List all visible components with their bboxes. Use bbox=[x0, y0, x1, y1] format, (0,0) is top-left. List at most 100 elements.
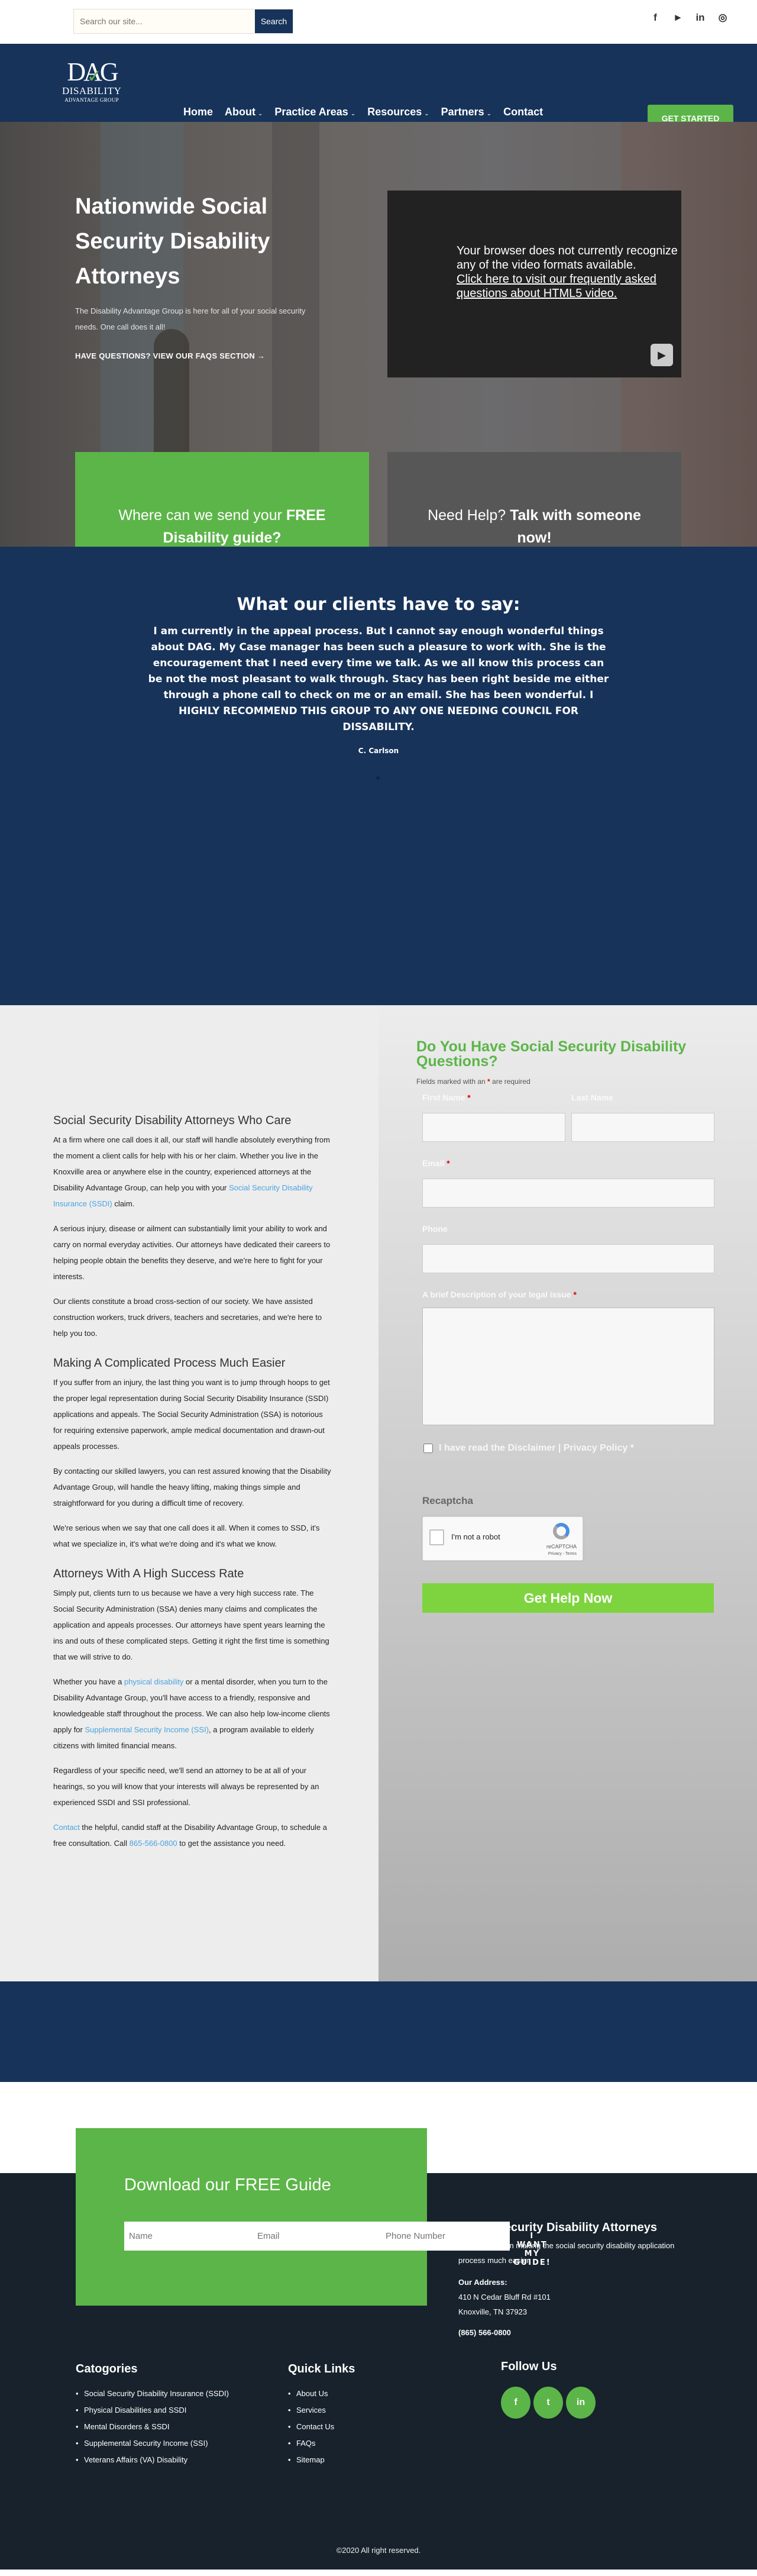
social-links-top: f ► in ◎ bbox=[651, 12, 727, 24]
blue-divider-band bbox=[0, 1981, 757, 2082]
email-field: Email * bbox=[422, 1158, 714, 1208]
nav-practice-areas[interactable]: Practice Areas ⌄ bbox=[274, 106, 355, 118]
footer-categories: Catogories Social Security Disability In… bbox=[76, 2362, 241, 2468]
description-field: A brief Description of your legal issue … bbox=[422, 1290, 714, 1425]
linkedin-icon[interactable]: in bbox=[695, 12, 705, 24]
recaptcha-icon bbox=[553, 1523, 570, 1539]
paragraph: Our clients constitute a broad cross-sec… bbox=[53, 1297, 322, 1338]
site-search: Search bbox=[73, 9, 293, 34]
footer: Download our FREE Guide I WANT MY GUIDE!… bbox=[0, 2128, 757, 2569]
quick-link[interactable]: Contact Us bbox=[288, 2419, 406, 2435]
facebook-icon[interactable]: f bbox=[501, 2387, 530, 2419]
last-name-field: Last Name bbox=[571, 1093, 714, 1142]
first-name-input[interactable] bbox=[422, 1113, 565, 1142]
required-note: Fields marked with an * are required bbox=[416, 1077, 530, 1086]
twitter-icon[interactable]: t bbox=[533, 2387, 563, 2419]
search-input[interactable] bbox=[74, 9, 255, 33]
chevron-down-icon: ⌄ bbox=[258, 111, 263, 117]
quick-link[interactable]: Services bbox=[288, 2402, 406, 2419]
email-input[interactable] bbox=[422, 1179, 714, 1208]
paragraph: Regardless of your specific need, we'll … bbox=[53, 1766, 319, 1807]
paragraph: We're serious when we say that one call … bbox=[53, 1523, 320, 1548]
article-heading-1: Social Security Disability Attorneys Who… bbox=[53, 1114, 292, 1127]
quick-link[interactable]: About Us bbox=[288, 2385, 406, 2402]
video-fallback-message: Your browser does not currently recogniz… bbox=[457, 244, 681, 301]
testimonial-author: C. Carlson bbox=[358, 747, 399, 755]
category-link[interactable]: Supplemental Security Income (SSI) bbox=[76, 2435, 241, 2452]
phone-field: Phone bbox=[422, 1224, 714, 1273]
logo-mark: DAG ✓ bbox=[62, 59, 121, 87]
paragraph: A serious injury, disease or ailment can… bbox=[53, 1224, 331, 1281]
category-link[interactable]: Veterans Affairs (VA) Disability bbox=[76, 2452, 241, 2468]
first-name-field: First Name * bbox=[422, 1093, 565, 1142]
paragraph: By contacting our skilled lawyers, you c… bbox=[53, 1467, 331, 1507]
play-icon[interactable]: ▶ bbox=[651, 344, 673, 366]
nav-menu: Home About ⌄ Practice Areas ⌄ Resources ⌄ P… bbox=[183, 106, 543, 118]
linkedin-icon[interactable]: in bbox=[566, 2387, 596, 2419]
guide-phone-input[interactable] bbox=[381, 2222, 509, 2251]
phone-link[interactable]: 865-566-0800 bbox=[130, 1839, 177, 1848]
contact-form: Do You Have Social Security Disability Q… bbox=[416, 1040, 714, 1613]
quick-link[interactable]: FAQs bbox=[288, 2435, 406, 2452]
hero-title: Nationwide Social Security Disability At… bbox=[75, 194, 270, 289]
physical-disability-link[interactable]: physical disability bbox=[124, 1677, 183, 1686]
contact-link[interactable]: Contact bbox=[53, 1823, 80, 1832]
consent-checkbox-row: I have read the Disclaimer | Privacy Pol… bbox=[423, 1443, 714, 1454]
ssi-link[interactable]: Supplemental Security Income (SSI) bbox=[85, 1725, 209, 1734]
logo[interactable]: DAG ✓ DISABILITY ADVANTAGE GROUP bbox=[62, 59, 121, 104]
nav-resources[interactable]: Resources ⌄ bbox=[367, 106, 429, 118]
article-heading-3: Attorneys With A High Success Rate bbox=[53, 1567, 244, 1580]
paragraph: Whether you have a physical disability o… bbox=[53, 1677, 330, 1750]
guide-email-input[interactable] bbox=[253, 2222, 381, 2251]
recaptcha-label: Recaptcha bbox=[422, 1495, 473, 1506]
testimonial-quote: I am currently in the appeal process. Bu… bbox=[148, 625, 609, 733]
consent-checkbox[interactable] bbox=[423, 1444, 433, 1453]
search-button[interactable]: Search bbox=[255, 9, 293, 33]
recaptcha-links[interactable]: Privacy - Terms bbox=[548, 1552, 577, 1556]
chevron-down-icon: ⌄ bbox=[350, 111, 356, 117]
html5-video-faq-link[interactable]: Click here to visit our frequently asked… bbox=[457, 272, 681, 301]
category-link[interactable]: Physical Disabilities and SSDI bbox=[76, 2402, 241, 2419]
category-link[interactable]: Mental Disorders & SSDI bbox=[76, 2419, 241, 2435]
address-line2: Knoxville, TN 37923 bbox=[458, 2307, 528, 2316]
hero-subtitle: The Disability Advantage Group is here f… bbox=[75, 306, 306, 331]
paragraph: Simply put, clients turn to us because w… bbox=[53, 1589, 329, 1661]
paragraph: At a firm where one call does it all, ou… bbox=[53, 1135, 330, 1208]
chevron-down-icon: ⌄ bbox=[424, 111, 429, 117]
nav-partners[interactable]: Partners ⌄ bbox=[441, 106, 491, 118]
free-guide-box: Download our FREE Guide I WANT MY GUIDE! bbox=[76, 2128, 550, 2306]
category-link[interactable]: Social Security Disability Insurance (SS… bbox=[76, 2385, 241, 2402]
nav-home[interactable]: Home bbox=[183, 106, 213, 118]
last-name-input[interactable] bbox=[571, 1113, 714, 1142]
name-row: First Name * Last Name bbox=[422, 1093, 714, 1142]
video-player[interactable]: Your browser does not currently recogniz… bbox=[387, 191, 681, 377]
guide-name-input[interactable] bbox=[124, 2222, 253, 2251]
instagram-icon[interactable]: ◎ bbox=[718, 12, 727, 24]
paragraph: If you suffer from an injury, the last t… bbox=[53, 1378, 330, 1451]
quick-link[interactable]: Sitemap bbox=[288, 2452, 406, 2468]
address-heading: Our Address: bbox=[458, 2278, 507, 2287]
description-textarea[interactable] bbox=[422, 1308, 714, 1425]
footer-phone[interactable]: (865) 566-0800 bbox=[458, 2325, 695, 2340]
slider-dot[interactable] bbox=[376, 776, 380, 780]
faq-link[interactable]: HAVE QUESTIONS? VIEW OUR FAQS SECTION → bbox=[75, 351, 265, 360]
facebook-icon[interactable]: f bbox=[651, 12, 660, 24]
want-my-guide-button[interactable]: I WANT MY GUIDE! bbox=[513, 2232, 551, 2267]
copyright: ©2020 All right reserved. bbox=[336, 2546, 421, 2555]
chevron-down-icon: ⌄ bbox=[486, 111, 492, 117]
phone-input[interactable] bbox=[422, 1244, 714, 1273]
nav-contact[interactable]: Contact bbox=[503, 106, 543, 118]
hero-section: Nationwide Social Security Disability At… bbox=[0, 122, 757, 775]
logo-line2: ADVANTAGE GROUP bbox=[64, 97, 119, 103]
free-guide-text: Where can we send your FREE Disability g… bbox=[118, 507, 326, 546]
main-nav: DAG ✓ DISABILITY ADVANTAGE GROUP Home Abo… bbox=[0, 44, 757, 131]
recaptcha-checkbox[interactable] bbox=[429, 1529, 444, 1545]
footer-follow-us: Follow Us f t in bbox=[501, 2360, 596, 2419]
get-help-now-button[interactable]: Get Help Now bbox=[422, 1583, 714, 1613]
address-line1: 410 N Cedar Bluff Rd #101 bbox=[458, 2293, 551, 2301]
footer-quick-links: Quick Links About Us Services Contact Us… bbox=[288, 2362, 406, 2468]
twitter-icon[interactable]: ► bbox=[673, 12, 683, 24]
check-icon: ✓ bbox=[87, 67, 102, 86]
form-title: Do You Have Social Security Disability Q… bbox=[416, 1038, 687, 1070]
nav-about[interactable]: About ⌄ bbox=[225, 106, 263, 118]
